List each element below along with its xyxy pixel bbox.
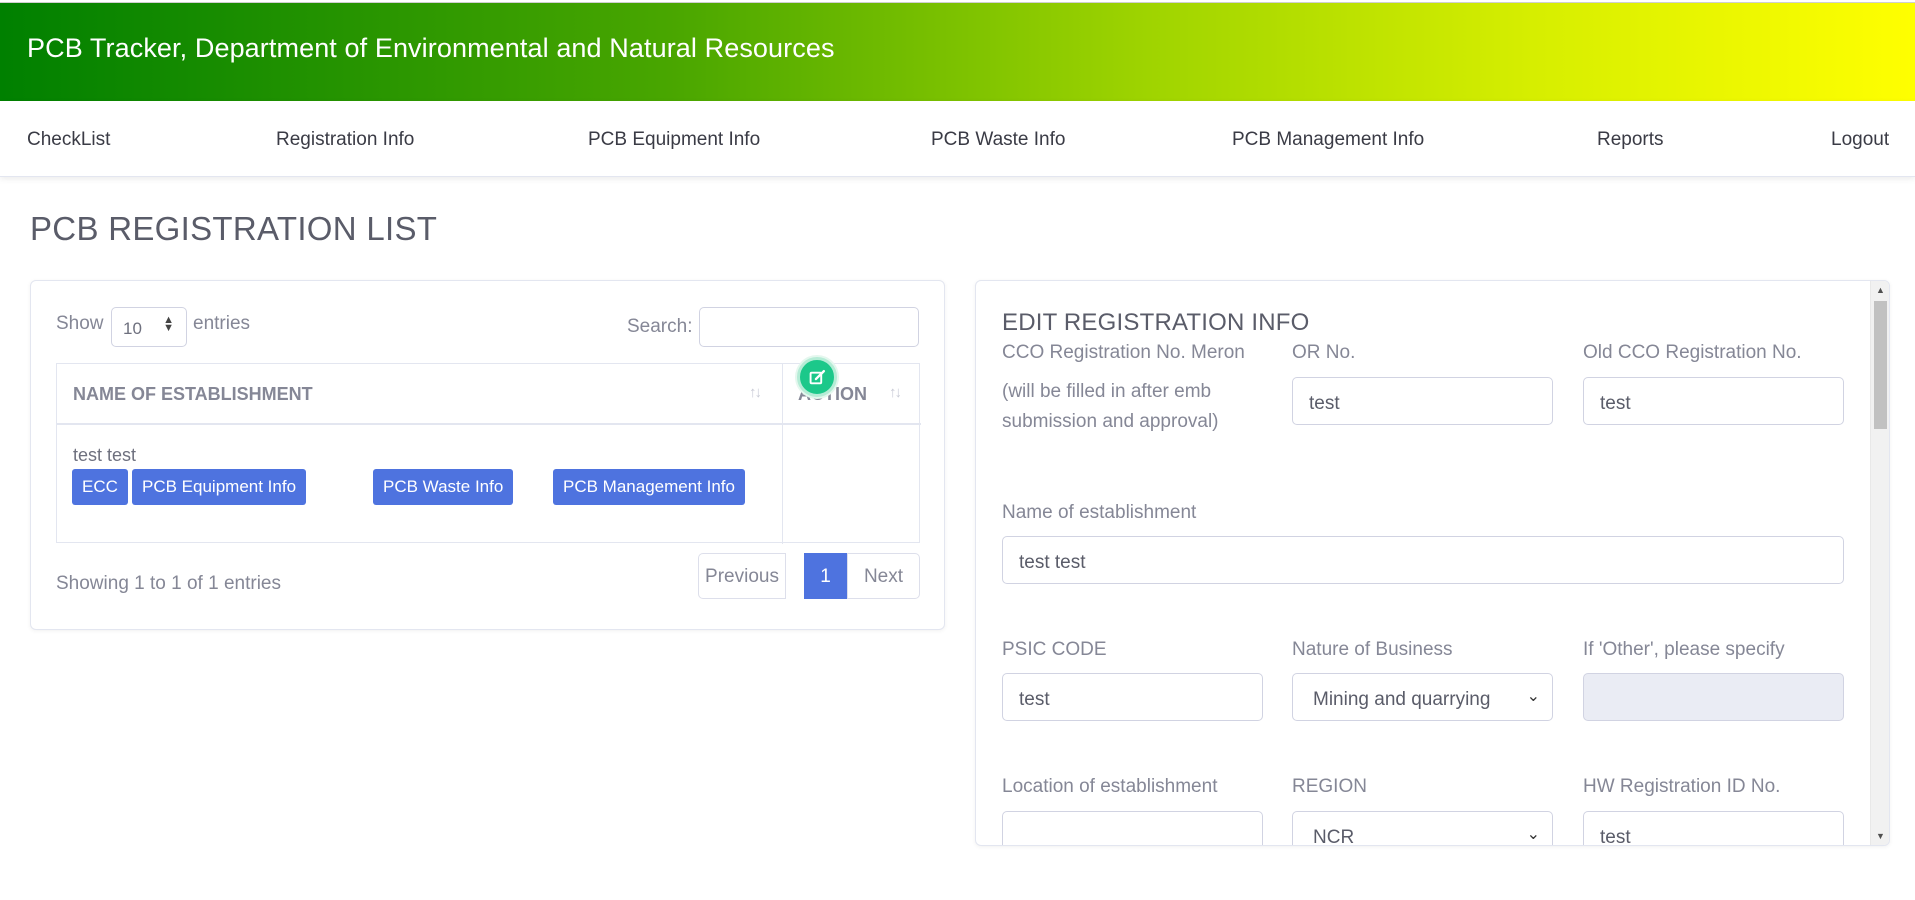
- location-label: Location of establishment: [1002, 776, 1218, 797]
- app-title: PCB Tracker, Department of Environmental…: [27, 33, 835, 63]
- nav-pcb-equipment-info[interactable]: PCB Equipment Info: [588, 129, 760, 151]
- page-1-button[interactable]: 1: [804, 553, 847, 599]
- edit-button[interactable]: [797, 357, 837, 397]
- entries-per-page-value: 10: [123, 319, 142, 338]
- registration-list-card: Show 10 ▲ ▼ entries Search: NAME OF ESTAB…: [30, 280, 945, 630]
- establishment-name-input[interactable]: test test: [1002, 536, 1844, 584]
- chevron-down-icon: ⌄: [1526, 688, 1540, 705]
- show-label: Show: [56, 313, 104, 334]
- other-specify-input: [1583, 673, 1844, 721]
- pcb-waste-info-button[interactable]: PCB Waste Info: [373, 469, 514, 505]
- entries-label: entries: [193, 313, 251, 334]
- edit-registration-card: EDIT REGISTRATION INFO CCO Registration …: [975, 280, 1890, 846]
- region-select[interactable]: NCR ⌄: [1292, 811, 1553, 846]
- nature-of-business-select[interactable]: Mining and quarrying ⌄: [1292, 673, 1553, 721]
- page-title: PCB REGISTRATION LIST: [30, 210, 438, 247]
- column-header-name[interactable]: NAME OF ESTABLISHMENT ↑↓: [57, 364, 783, 425]
- table-row: test test ECC PCB Equipment Info PCB Was…: [57, 425, 783, 544]
- nav-pcb-waste-info[interactable]: PCB Waste Info: [931, 129, 1065, 151]
- or-no-label: OR No.: [1292, 342, 1356, 363]
- pcb-equipment-info-button[interactable]: PCB Equipment Info: [132, 469, 307, 505]
- sort-icon: ↑↓: [889, 384, 902, 401]
- chevron-down-icon: ⌄: [1526, 826, 1540, 843]
- next-button[interactable]: Next: [847, 553, 920, 599]
- entries-per-page-select[interactable]: 10 ▲ ▼: [111, 307, 187, 347]
- main-nav: CheckList Registration Info PCB Equipmen…: [0, 101, 1915, 177]
- nature-of-business-value: Mining and quarrying: [1313, 689, 1491, 710]
- ecc-button[interactable]: ECC: [72, 469, 128, 505]
- psic-code-input[interactable]: test: [1002, 673, 1263, 721]
- sort-icon: ↑↓: [749, 384, 762, 401]
- psic-code-label: PSIC CODE: [1002, 639, 1107, 660]
- region-label: REGION: [1292, 776, 1367, 797]
- search-input[interactable]: [699, 307, 919, 347]
- nav-registration-info[interactable]: Registration Info: [276, 129, 414, 151]
- column-header-name-label: NAME OF ESTABLISHMENT: [73, 384, 313, 404]
- other-specify-label: If 'Other', please specify: [1583, 639, 1785, 660]
- establishment-name: test test: [73, 445, 137, 465]
- cco-registration-note: (will be filled in after emb submission …: [1002, 381, 1219, 432]
- hw-registration-label: HW Registration ID No.: [1583, 776, 1781, 797]
- location-input[interactable]: [1002, 811, 1263, 845]
- nav-logout[interactable]: Logout: [1831, 129, 1889, 151]
- registration-table: NAME OF ESTABLISHMENT ↑↓ ACTION ↑↓ test …: [56, 363, 921, 544]
- hw-registration-input[interactable]: test: [1583, 811, 1844, 845]
- nature-of-business-label: Nature of Business: [1292, 639, 1453, 660]
- nav-checklist[interactable]: CheckList: [27, 129, 110, 151]
- old-cco-input[interactable]: test: [1583, 377, 1844, 425]
- scroll-down-icon[interactable]: ▼: [1876, 831, 1885, 841]
- pcb-management-info-button[interactable]: PCB Management Info: [553, 469, 745, 505]
- nav-pcb-management-info[interactable]: PCB Management Info: [1232, 129, 1424, 151]
- search-label: Search:: [627, 316, 693, 337]
- nav-reports[interactable]: Reports: [1597, 129, 1664, 151]
- select-arrows-icon: ▲ ▼: [163, 314, 174, 334]
- table-info: Showing 1 to 1 of 1 entries: [56, 573, 281, 594]
- scrollbar-thumb[interactable]: [1874, 301, 1887, 429]
- region-value: NCR: [1313, 827, 1355, 846]
- edit-icon: [809, 369, 825, 384]
- old-cco-label: Old CCO Registration No.: [1583, 342, 1802, 363]
- or-no-input[interactable]: test: [1292, 377, 1553, 425]
- previous-button[interactable]: Previous: [698, 553, 786, 599]
- form-scrollbar[interactable]: ▲ ▼: [1870, 281, 1889, 845]
- establishment-name-label: Name of establishment: [1002, 502, 1197, 523]
- form-title: EDIT REGISTRATION INFO: [1002, 309, 1310, 336]
- scroll-up-icon[interactable]: ▲: [1876, 285, 1885, 295]
- cco-registration-label: CCO Registration No. Meron: [1002, 342, 1245, 363]
- app-header: PCB Tracker, Department of Environmental…: [0, 2, 1915, 101]
